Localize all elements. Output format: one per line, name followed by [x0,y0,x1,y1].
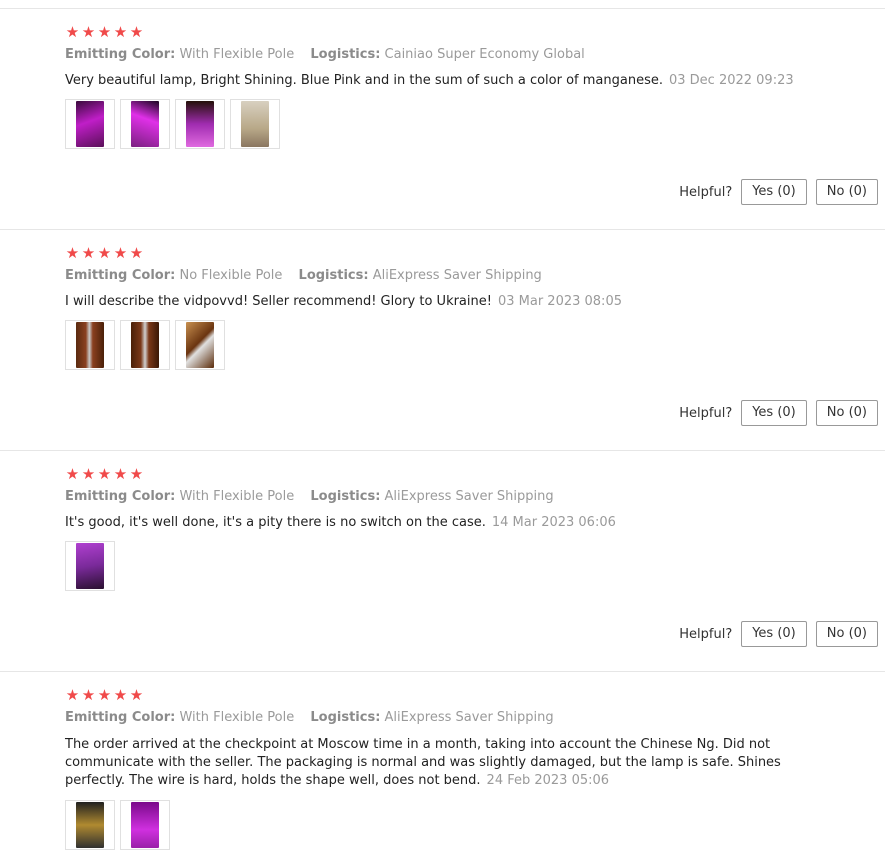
review-date: 14 Mar 2023 06:06 [491,515,616,530]
review-item: ★ ★ ★ ★ ★ Emitting Color: With Flexible … [0,451,885,672]
logistics-value: Cainiao Super Economy Global [384,47,585,62]
review-item: ★ ★ ★ ★ ★ Emitting Color: No Flexible Po… [0,230,885,451]
review-text: The order arrived at the checkpoint at M… [65,737,781,788]
review-text-block: Very beautiful lamp, Bright Shining. Blu… [65,72,805,90]
review-text: It's good, it's well done, it's a pity t… [65,515,486,530]
review-photo-thumbnail[interactable] [120,99,170,149]
emitting-color-value: With Flexible Pole [179,47,295,62]
star-icon: ★ [97,244,112,262]
logistics-value: AliExpress Saver Shipping [384,710,554,725]
review-meta: Emitting Color: With Flexible Pole Logis… [65,47,585,62]
helpful-no-button[interactable]: No (0) [815,621,878,647]
star-rating: ★ ★ ★ ★ ★ [65,466,144,482]
review-photos [65,99,280,149]
review-date: 03 Dec 2022 09:23 [668,73,794,88]
star-icon: ★ [65,465,80,483]
emitting-color-value: With Flexible Pole [179,489,295,504]
star-icon: ★ [129,23,144,41]
helpful-controls: Helpful? Yes (0) No (0) [679,621,878,647]
emitting-color-label: Emitting Color: [65,268,176,283]
review-item: ★ ★ ★ ★ ★ Emitting Color: With Flexible … [0,9,885,230]
star-rating: ★ ★ ★ ★ ★ [65,245,144,261]
review-photos [65,320,225,370]
logistics-label: Logistics: [310,710,381,725]
review-photo-thumbnail[interactable] [65,99,115,149]
star-icon: ★ [65,244,80,262]
star-icon: ★ [81,244,96,262]
review-text-block: I will describe the vidpovvd! Seller rec… [65,293,805,311]
helpful-label: Helpful? [679,626,733,642]
review-meta: Emitting Color: No Flexible Pole Logisti… [65,268,542,283]
star-icon: ★ [129,686,144,704]
review-date: 03 Mar 2023 08:05 [497,294,622,309]
emitting-color-label: Emitting Color: [65,47,176,62]
emitting-color-value: With Flexible Pole [179,710,295,725]
helpful-yes-button[interactable]: Yes (0) [741,400,807,426]
helpful-label: Helpful? [679,405,733,421]
review-item: ★ ★ ★ ★ ★ Emitting Color: With Flexible … [0,672,885,850]
helpful-controls: Helpful? Yes (0) No (0) [679,179,878,205]
helpful-yes-button[interactable]: Yes (0) [741,621,807,647]
review-text-block: It's good, it's well done, it's a pity t… [65,514,805,532]
emitting-color-value: No Flexible Pole [179,268,283,283]
review-photo-thumbnail[interactable] [120,320,170,370]
star-icon: ★ [81,686,96,704]
helpful-controls: Helpful? Yes (0) No (0) [679,400,878,426]
review-photo-thumbnail[interactable] [175,320,225,370]
review-list: ★ ★ ★ ★ ★ Emitting Color: With Flexible … [0,8,885,850]
star-icon: ★ [97,23,112,41]
helpful-no-button[interactable]: No (0) [815,400,878,426]
star-icon: ★ [129,244,144,262]
review-photo-thumbnail[interactable] [175,99,225,149]
review-text-block: The order arrived at the checkpoint at M… [65,736,805,790]
review-meta: Emitting Color: With Flexible Pole Logis… [65,489,554,504]
logistics-value: AliExpress Saver Shipping [372,268,542,283]
star-rating: ★ ★ ★ ★ ★ [65,24,144,40]
star-rating: ★ ★ ★ ★ ★ [65,687,144,703]
emitting-color-label: Emitting Color: [65,710,176,725]
review-text: Very beautiful lamp, Bright Shining. Blu… [65,73,663,88]
review-photo-thumbnail[interactable] [65,320,115,370]
star-icon: ★ [113,244,128,262]
review-photo-thumbnail[interactable] [65,541,115,591]
logistics-label: Logistics: [310,47,381,62]
star-icon: ★ [113,465,128,483]
helpful-no-button[interactable]: No (0) [815,179,878,205]
logistics-label: Logistics: [310,489,381,504]
emitting-color-label: Emitting Color: [65,489,176,504]
review-text: I will describe the vidpovvd! Seller rec… [65,294,492,309]
review-photo-thumbnail[interactable] [230,99,280,149]
star-icon: ★ [113,23,128,41]
review-photo-thumbnail[interactable] [120,800,170,850]
star-icon: ★ [97,465,112,483]
star-icon: ★ [97,686,112,704]
review-photos [65,800,170,850]
star-icon: ★ [81,23,96,41]
review-date: 24 Feb 2023 05:06 [486,773,610,788]
review-photos [65,541,115,591]
star-icon: ★ [113,686,128,704]
star-icon: ★ [81,465,96,483]
logistics-label: Logistics: [298,268,369,283]
review-meta: Emitting Color: With Flexible Pole Logis… [65,710,554,725]
star-icon: ★ [65,23,80,41]
helpful-yes-button[interactable]: Yes (0) [741,179,807,205]
review-photo-thumbnail[interactable] [65,800,115,850]
star-icon: ★ [129,465,144,483]
logistics-value: AliExpress Saver Shipping [384,489,554,504]
star-icon: ★ [65,686,80,704]
helpful-label: Helpful? [679,184,733,200]
